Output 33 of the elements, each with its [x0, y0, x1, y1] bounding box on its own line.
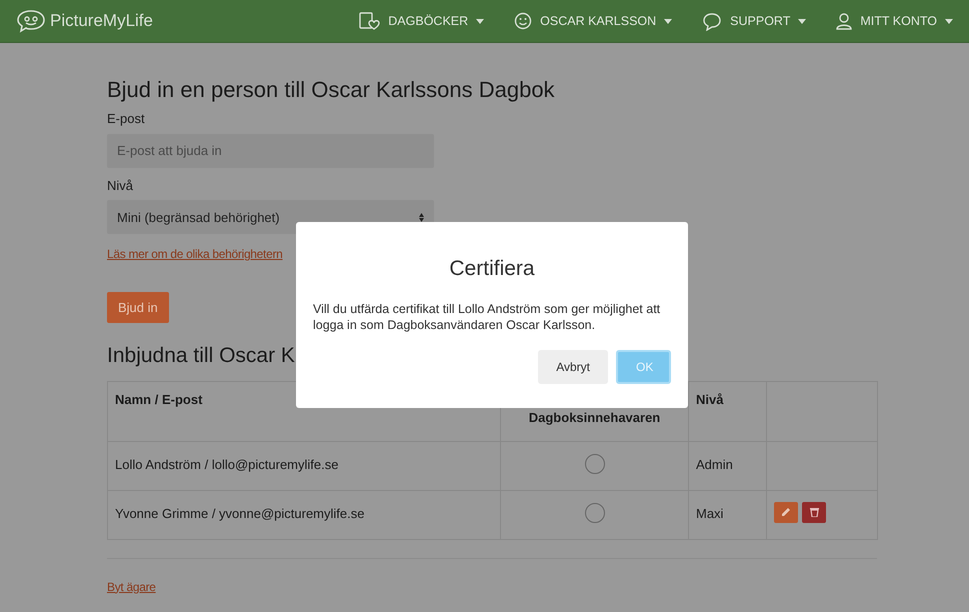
- column-header: Nivå: [688, 381, 766, 442]
- smiley-icon: [514, 12, 532, 30]
- delete-button[interactable]: [802, 502, 826, 523]
- modal-title: Certifiera: [448, 256, 536, 282]
- field-label: E-post: [107, 110, 146, 128]
- cancel-button[interactable]: Avbryt: [538, 350, 608, 384]
- nav-menu[interactable]: OSCAR KARLSSON: [514, 12, 672, 30]
- info-link[interactable]: Läs mer om de olika behörighetern: [107, 247, 283, 262]
- speech-bubble-icon: [702, 12, 722, 30]
- table-cell: Lollo Andström / lollo@picturemylife.se: [108, 441, 500, 490]
- table-cell: Maxi: [688, 490, 766, 540]
- speech-face-icon: [16, 8, 46, 34]
- edit-button[interactable]: [774, 502, 798, 523]
- radio-button[interactable]: [584, 502, 604, 523]
- email-field[interactable]: E-post att bjuda in: [107, 134, 434, 168]
- table-cell: Admin: [688, 441, 766, 490]
- select-arrows-icon: [419, 212, 424, 222]
- invite-button[interactable]: Bjud in: [107, 292, 169, 324]
- diary-heart-icon: [358, 11, 380, 31]
- field-label: Nivå: [107, 176, 134, 195]
- brand-logo[interactable]: PictureMyLife: [16, 8, 153, 34]
- modal-message: Vill du utfärda certifikat till Lollo Andström som ger möjlighet att logga in som Dagboksanvändaren Oscar Karlsson.: [313, 301, 662, 334]
- radio-button[interactable]: [584, 454, 604, 474]
- nav-menu[interactable]: MITT KONTO: [836, 12, 953, 30]
- trash-icon: [810, 507, 818, 518]
- nav-menu[interactable]: DAGBÖCKER: [358, 11, 484, 31]
- user-icon: [836, 12, 852, 30]
- nav-menu[interactable]: SUPPORT: [702, 12, 806, 30]
- owner-link[interactable]: Byt ägare: [107, 580, 156, 594]
- pencil-icon: [781, 507, 791, 518]
- page-heading: Bjud in en person till Oscar Karlssons Dagbok: [107, 77, 556, 104]
- table-cell: Yvonne Grimme / yvonne@picturemylife.se: [108, 490, 500, 540]
- section-heading: Inbjudna till Oscar K: [107, 343, 295, 369]
